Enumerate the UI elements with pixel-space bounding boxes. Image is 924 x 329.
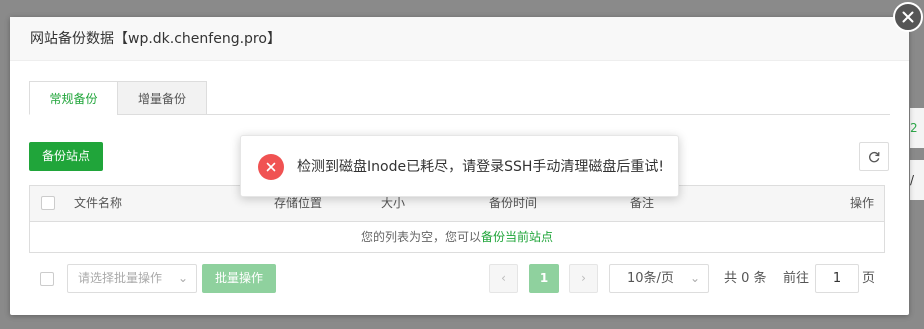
tab-incremental-backup[interactable]: 增量备份 <box>117 81 207 115</box>
error-icon <box>258 154 284 180</box>
select-all-checkbox[interactable] <box>41 196 55 210</box>
dialog-title: 网站备份数据【wp.dk.chenfeng.pro】 <box>10 17 909 61</box>
chevron-down-icon: ⌄ <box>177 271 188 285</box>
chevron-down-icon: ⌄ <box>689 271 700 285</box>
next-page-button[interactable]: › <box>569 264 598 293</box>
tab-regular-backup[interactable]: 常规备份 <box>29 81 118 115</box>
backup-site-button[interactable]: 备份站点 <box>29 142 103 171</box>
page-unit-label: 页 <box>862 271 876 286</box>
goto-label: 前往 <box>783 271 810 286</box>
refresh-button[interactable] <box>859 142 889 171</box>
background-strip: 2天 <box>910 108 924 148</box>
close-dialog-button[interactable] <box>893 2 923 32</box>
prev-page-button[interactable]: ‹ <box>489 264 518 293</box>
toast-message: 检测到磁盘Inode已耗尽，请登录SSH手动清理磁盘后重试! <box>297 159 664 175</box>
column-header-filename: 文件名称 <box>74 196 123 210</box>
error-toast: 检测到磁盘Inode已耗尽，请登录SSH手动清理磁盘后重试! <box>240 135 679 197</box>
page-size-value: 10条/页 <box>627 271 674 286</box>
current-page[interactable]: 1 <box>529 264 559 293</box>
batch-operation-button[interactable]: 批量操作 <box>202 264 276 293</box>
page-size-select[interactable]: 10条/页 ⌄ <box>609 264 709 293</box>
empty-text: 您的列表为空，您可以 <box>360 230 481 244</box>
goto-page-input[interactable] <box>815 264 859 293</box>
total-count: 共 0 条 <box>724 271 767 286</box>
footer-select-checkbox[interactable] <box>40 272 54 286</box>
empty-row: 您的列表为空，您可以备份当前站点 <box>30 222 884 252</box>
batch-select-placeholder: 请选择批量操作 <box>78 271 163 285</box>
background-strip: /页 <box>910 160 924 200</box>
refresh-icon <box>869 151 880 162</box>
column-header-actions: 操作 <box>849 196 874 210</box>
tab-bar: 常规备份 增量备份 <box>29 81 890 115</box>
backup-current-site-link[interactable]: 备份当前站点 <box>481 230 553 244</box>
batch-operation-select[interactable]: 请选择批量操作 ⌄ <box>67 264 197 293</box>
close-icon <box>902 11 914 23</box>
